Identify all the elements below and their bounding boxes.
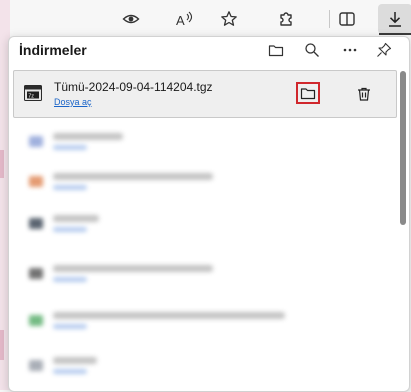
blurred-link — [53, 227, 87, 232]
open-folder-icon[interactable] — [265, 39, 287, 61]
download-item-blurred[interactable] — [19, 302, 379, 342]
download-item-blurred[interactable] — [19, 205, 379, 245]
download-item-blurred[interactable] — [19, 163, 379, 203]
show-in-folder-button[interactable] — [296, 82, 320, 104]
split-screen-icon[interactable] — [336, 8, 358, 30]
trash-icon — [358, 87, 370, 101]
downloads-icon[interactable] — [384, 8, 406, 30]
left-edge-marker — [0, 330, 4, 360]
blurred-filename — [53, 265, 213, 272]
blurred-link — [53, 324, 87, 329]
more-icon[interactable] — [339, 39, 361, 61]
left-edge-marker — [0, 150, 4, 178]
panel-title: İndirmeler — [19, 42, 87, 58]
scrollbar-thumb[interactable] — [400, 71, 406, 225]
file-icon — [29, 315, 43, 326]
blurred-link — [53, 145, 87, 150]
delete-button[interactable] — [353, 83, 375, 105]
toolbar-separator — [329, 10, 330, 28]
extensions-puzzle-icon[interactable] — [275, 8, 297, 30]
eye-icon[interactable] — [120, 8, 142, 30]
search-icon[interactable] — [301, 39, 323, 61]
blurred-filename — [53, 133, 123, 140]
folder-icon — [300, 88, 316, 100]
pin-icon[interactable] — [373, 39, 395, 61]
downloads-panel: İndirmeler 7z Tümü-2024-09-04-114204.tgz… — [8, 36, 410, 392]
download-item-blurred[interactable] — [19, 123, 379, 163]
blurred-filename — [53, 173, 213, 180]
downloads-active-indicator — [379, 33, 411, 35]
blurred-link — [53, 369, 87, 374]
download-item[interactable]: 7z Tümü-2024-09-04-114204.tgz Dosya aç — [13, 70, 397, 118]
svg-text:7z: 7z — [28, 93, 34, 99]
file-icon — [29, 360, 43, 371]
file-icon — [29, 218, 43, 229]
open-file-link[interactable]: Dosya aç — [54, 97, 92, 107]
blurred-link — [53, 185, 87, 190]
download-item-blurred[interactable] — [19, 255, 379, 295]
file-icon — [29, 268, 43, 279]
file-icon — [29, 176, 43, 187]
blurred-filename — [53, 357, 97, 364]
favorite-star-icon[interactable] — [218, 8, 240, 30]
blurred-filename — [53, 312, 285, 319]
blurred-filename — [53, 215, 99, 222]
download-filename: Tümü-2024-09-04-114204.tgz — [54, 80, 213, 94]
download-item-blurred[interactable] — [19, 347, 379, 387]
file-icon — [29, 136, 43, 147]
browser-toolbar: A — [10, 0, 411, 36]
blurred-link — [53, 277, 87, 282]
svg-text:A: A — [176, 13, 185, 28]
archive-file-icon: 7z — [24, 85, 42, 101]
read-aloud-icon[interactable]: A — [173, 8, 195, 30]
